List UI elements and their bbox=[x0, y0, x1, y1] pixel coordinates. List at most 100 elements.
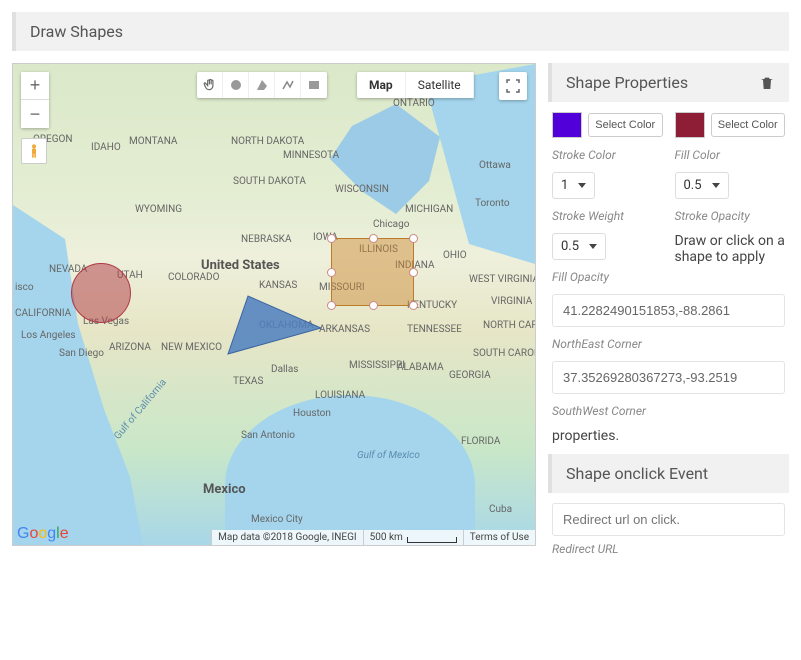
label-ncarolina: NORTH CAROLINA bbox=[483, 320, 535, 331]
onclick-header: Shape onclick Event bbox=[548, 454, 789, 493]
resize-handle-nw[interactable] bbox=[327, 234, 336, 243]
stroke-color-swatch[interactable] bbox=[552, 112, 582, 138]
label-idaho: IDAHO bbox=[91, 142, 121, 153]
sw-corner-label: SouthWest Corner bbox=[552, 404, 785, 418]
map-scale: 500 km bbox=[363, 530, 463, 545]
label-us: United States bbox=[201, 258, 280, 273]
stroke-opacity-label: Stroke Opacity bbox=[675, 209, 786, 223]
fill-color-swatch[interactable] bbox=[675, 112, 705, 138]
map-attribution: Map data ©2018 Google, INEGI bbox=[211, 530, 362, 545]
label-dallas: Dallas bbox=[271, 364, 298, 375]
stroke-weight-label: Stroke Weight bbox=[552, 209, 663, 223]
zoom-control: + − bbox=[21, 72, 49, 128]
label-losangeles: Los Angeles bbox=[21, 330, 76, 341]
stroke-color-button[interactable]: Select Color bbox=[588, 113, 663, 137]
label-chicago: Chicago bbox=[373, 219, 409, 230]
label-ndakota: NORTH DAKOTA bbox=[231, 136, 304, 147]
resize-handle-w[interactable] bbox=[327, 268, 336, 277]
redirect-url-label: Redirect URL bbox=[552, 542, 785, 556]
label-montana: MONTANA bbox=[129, 136, 177, 147]
zoom-in-button[interactable]: + bbox=[21, 72, 49, 100]
resize-handle-sw[interactable] bbox=[327, 301, 336, 310]
label-wyoming: WYOMING bbox=[135, 204, 182, 215]
hand-tool[interactable] bbox=[197, 72, 223, 98]
label-alabama: ALABAMA bbox=[397, 362, 444, 373]
label-toronto: Toronto bbox=[475, 198, 510, 209]
label-michigan: MICHIGAN bbox=[405, 204, 453, 215]
rect-tool[interactable] bbox=[301, 72, 327, 98]
draw-shapes-header: Draw Shapes bbox=[12, 12, 789, 51]
delete-icon[interactable] bbox=[759, 74, 775, 92]
label-louisiana: LOUISIANA bbox=[315, 390, 365, 401]
redirect-url-input[interactable] bbox=[552, 503, 785, 536]
ne-corner-input[interactable] bbox=[552, 294, 785, 327]
label-sanantonio: San Antonio bbox=[241, 430, 295, 441]
label-sandiego: San Diego bbox=[59, 348, 104, 359]
onclick-title: Shape onclick Event bbox=[566, 464, 708, 483]
chevron-down-icon bbox=[712, 183, 720, 188]
resize-handle-se[interactable] bbox=[409, 301, 418, 310]
fill-color-button[interactable]: Select Color bbox=[711, 113, 786, 137]
map-footer: Map data ©2018 Google, INEGI 500 km Term… bbox=[13, 530, 535, 545]
label-colorado: COLORADO bbox=[168, 272, 219, 283]
resize-handle-n[interactable] bbox=[369, 234, 378, 243]
fill-opacity-label: Fill Opacity bbox=[552, 270, 663, 284]
apply-note: Draw or click on a shape to apply bbox=[675, 233, 786, 284]
shape-circle[interactable] bbox=[71, 263, 131, 323]
sw-corner-input[interactable] bbox=[552, 361, 785, 394]
label-mexicocity: Mexico City bbox=[251, 514, 303, 525]
draw-toolbar bbox=[197, 72, 327, 98]
circle-tool[interactable] bbox=[223, 72, 249, 98]
label-minnesota: MINNESOTA bbox=[283, 150, 339, 161]
pegman-icon[interactable] bbox=[21, 138, 47, 164]
label-arkansas: ARKANSAS bbox=[319, 324, 370, 335]
label-wvirginia: WEST VIRGINIA bbox=[469, 274, 535, 285]
resize-handle-e[interactable] bbox=[409, 268, 418, 277]
shape-properties-header: Shape Properties bbox=[548, 63, 789, 102]
map-canvas[interactable]: United States Mexico ONTARIO OREGON IDAH… bbox=[12, 63, 536, 546]
label-houston: Houston bbox=[293, 408, 331, 419]
resize-handle-ne[interactable] bbox=[409, 234, 418, 243]
label-ontario: ONTARIO bbox=[393, 98, 435, 109]
label-gulfmex: Gulf of Mexico bbox=[357, 450, 420, 461]
label-texas: TEXAS bbox=[233, 376, 263, 387]
label-georgia: GEORGIA bbox=[449, 370, 491, 381]
map-type-map[interactable]: Map bbox=[357, 72, 406, 98]
label-arizona: ARIZONA bbox=[109, 342, 151, 353]
label-kansas: KANSAS bbox=[259, 280, 297, 291]
polyline-tool[interactable] bbox=[275, 72, 301, 98]
label-california: CALIFORNIA bbox=[15, 308, 71, 319]
label-isco: isco bbox=[15, 282, 34, 293]
stroke-color-label: Stroke Color bbox=[552, 148, 663, 162]
label-nebraska: NEBRASKA bbox=[241, 234, 291, 245]
label-cuba: Cuba bbox=[489, 504, 512, 515]
label-ohio: OHIO bbox=[443, 250, 467, 261]
fill-opacity-select[interactable]: 0.5 bbox=[552, 233, 606, 260]
terms-link[interactable]: Terms of Use bbox=[463, 530, 535, 545]
fill-color-label: Fill Color bbox=[675, 148, 786, 162]
label-wisconsin: WISCONSIN bbox=[335, 184, 389, 195]
map-type-satellite[interactable]: Satellite bbox=[406, 72, 474, 98]
shape-rect-selected[interactable] bbox=[331, 238, 414, 306]
chevron-down-icon bbox=[578, 183, 586, 188]
map-type-control: Map Satellite bbox=[357, 72, 474, 98]
stroke-weight-select[interactable]: 1 bbox=[552, 172, 595, 199]
resize-handle-s[interactable] bbox=[369, 301, 378, 310]
ne-corner-label: NorthEast Corner bbox=[552, 337, 785, 351]
chevron-down-icon bbox=[589, 244, 597, 249]
polygon-tool[interactable] bbox=[249, 72, 275, 98]
stroke-opacity-select[interactable]: 0.5 bbox=[675, 172, 729, 199]
zoom-out-button[interactable]: − bbox=[21, 100, 49, 128]
label-tennessee: TENNESSEE bbox=[407, 324, 462, 335]
label-florida: FLORIDA bbox=[461, 436, 500, 447]
label-scarolina: SOUTH CAROLINA bbox=[473, 348, 535, 359]
label-newmexico: NEW MEXICO bbox=[161, 342, 222, 353]
header-title: Draw Shapes bbox=[30, 22, 123, 41]
label-virginia: VIRGINIA bbox=[491, 296, 532, 307]
properties-suffix: properties. bbox=[548, 428, 789, 444]
label-mexico: Mexico bbox=[203, 482, 246, 497]
label-ottawa: Ottawa bbox=[479, 160, 511, 171]
label-sdakota: SOUTH DAKOTA bbox=[233, 176, 306, 187]
fullscreen-button[interactable] bbox=[499, 72, 527, 100]
panel-title: Shape Properties bbox=[566, 73, 688, 92]
